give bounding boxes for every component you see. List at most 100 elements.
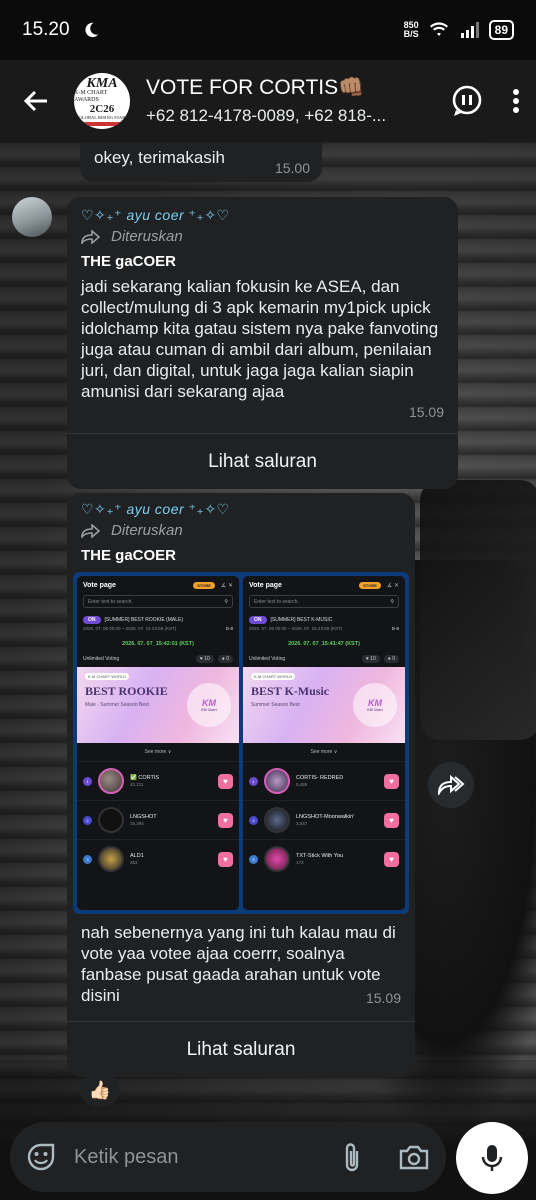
range-text: 2026. 07. 06 00:00 ~ 2026. 07. 15 23:59 … bbox=[249, 626, 343, 631]
mic-icon bbox=[481, 1145, 503, 1171]
artist-thumbnail bbox=[264, 846, 290, 872]
voice-record-button[interactable] bbox=[456, 1122, 528, 1194]
signal-icon bbox=[460, 22, 479, 38]
vote-count: 42,211 bbox=[130, 782, 144, 787]
heart-count: ♥ 10 bbox=[195, 655, 214, 663]
category-banner: K-M CHART WORLD BEST K-Music Summer Seas… bbox=[243, 667, 405, 743]
search-icon: ⚲ bbox=[390, 598, 394, 605]
vote-category: ON [SUMMER] BEST K-MUSIC bbox=[249, 616, 399, 624]
vote-category: ON [SUMMER] BEST ROOKIE (MALE) bbox=[83, 616, 233, 624]
status-time: 15.20 bbox=[22, 19, 70, 40]
unlimited-voting-row: Unlimited Voting ♥ 10 ● 0 bbox=[249, 655, 399, 663]
more-vert-icon[interactable] bbox=[512, 88, 520, 114]
view-channel-button[interactable]: Lihat saluran bbox=[67, 1021, 415, 1077]
vote-count: 3,047 bbox=[296, 821, 308, 826]
vote-page-title: Vote page bbox=[83, 582, 116, 589]
message-reaction[interactable]: 👍🏻 bbox=[80, 1073, 120, 1107]
forward-icon bbox=[437, 775, 465, 795]
message-bubble-previous[interactable]: okey, terimakasih 15.00 bbox=[80, 142, 322, 182]
forward-message-button[interactable] bbox=[428, 762, 474, 808]
message-input[interactable]: Ketik pesan bbox=[74, 1146, 342, 1169]
share-close-icon: ∡ ✕ bbox=[386, 583, 399, 589]
view-channel-button[interactable]: Lihat saluran bbox=[67, 433, 458, 489]
back-button[interactable] bbox=[16, 81, 56, 121]
artist-name: TXT-Stick With You 173 bbox=[296, 853, 343, 865]
heart-icon: ♥ bbox=[218, 773, 233, 789]
artist-thumbnail bbox=[264, 807, 290, 833]
unlimited-voting-row: Unlimited Voting ♥ 10 ● 0 bbox=[83, 655, 233, 663]
vote-count: 173 bbox=[296, 860, 304, 865]
avatar-text-year: 2C26 bbox=[89, 102, 115, 115]
vote-range: 2026. 07. 06 00:00 ~ 2026. 07. 15 23:59 … bbox=[83, 626, 233, 631]
artist-thumbnail bbox=[98, 846, 124, 872]
rank-badge: 3 bbox=[83, 854, 92, 864]
km-chart-logo: KM KM Chart bbox=[187, 683, 231, 727]
message-time: 15.09 bbox=[365, 990, 401, 1006]
message-time: 15.00 bbox=[274, 160, 310, 176]
heart-icon: ♥ bbox=[218, 812, 233, 828]
sender-name[interactable]: ♡✧₊⁺ ayu coer ⁺₊✧♡ bbox=[81, 207, 444, 224]
banner-tag: K-M CHART WORLD bbox=[251, 673, 296, 680]
sender-avatar[interactable] bbox=[12, 197, 52, 237]
vote-search-field: Enter text to search. ⚲ bbox=[249, 595, 399, 608]
header-actions bbox=[450, 84, 520, 118]
input-actions bbox=[342, 1141, 430, 1173]
artist-name: LNGSHOT 15,394 bbox=[130, 814, 157, 826]
vote-page-panel-1: Vote page STORE ∡ ✕ Enter text to search… bbox=[77, 576, 239, 910]
message-bubble-forwarded-1[interactable]: ♡✧₊⁺ ayu coer ⁺₊✧♡ Diteruskan THE gaCOER… bbox=[67, 197, 458, 489]
heart-icon: ♥ bbox=[384, 851, 399, 867]
heart-icon: ♥ bbox=[218, 851, 233, 867]
wallpaper-figure-detail bbox=[420, 480, 536, 740]
forwarded-icon bbox=[81, 229, 101, 244]
heart-icon: ♥ bbox=[384, 812, 399, 828]
call-icon[interactable] bbox=[450, 84, 484, 118]
artist-name: ALD1 353 bbox=[130, 853, 144, 865]
message-text: jadi sekarang kalian fokusin ke ASEA, da… bbox=[81, 277, 439, 401]
forwarded-label: Diteruskan bbox=[81, 522, 401, 539]
logo-subtext: KM Chart bbox=[367, 708, 383, 712]
vote-search-field: Enter text to search. ⚲ bbox=[83, 595, 233, 608]
chat-header: KMA K-M CHART AWARDS 2C26 GLOBAL RISING … bbox=[0, 60, 536, 142]
rank-badge: 1 bbox=[83, 776, 92, 786]
avatar-text-awards: K-M CHART AWARDS bbox=[74, 89, 108, 103]
store-badge: STORE bbox=[193, 582, 215, 589]
vote-count: 5,486 bbox=[296, 782, 308, 787]
artist-label: LNGSHOT-Moonwalkin' bbox=[296, 814, 355, 820]
attached-image[interactable]: Vote page STORE ∡ ✕ Enter text to search… bbox=[73, 572, 409, 914]
avatar-text-kma: KMA bbox=[86, 75, 118, 91]
category-name: [SUMMER] BEST K-MUSIC bbox=[270, 617, 333, 623]
camera-icon[interactable] bbox=[398, 1143, 430, 1171]
emoji-icon[interactable] bbox=[26, 1142, 56, 1172]
sender-name[interactable]: ♡✧₊⁺ ayu coer ⁺₊✧♡ bbox=[81, 501, 401, 518]
vote-page-header: Vote page STORE ∡ ✕ bbox=[243, 576, 405, 593]
heart-icon: ♥ bbox=[384, 773, 399, 789]
share-close-icon: ∡ ✕ bbox=[220, 583, 233, 589]
avatar-text-category: GLOBAL RISING STAR bbox=[78, 114, 126, 120]
current-time: 2026. 07. 07_15:41:47 (KST) bbox=[288, 641, 360, 647]
vote-item: 3 ALD1 353 ♥ bbox=[77, 839, 239, 878]
artist-label: LNGSHOT bbox=[130, 814, 157, 820]
attach-icon[interactable] bbox=[342, 1141, 362, 1173]
on-badge: ON bbox=[249, 616, 267, 624]
message-input-bar: Ketik pesan bbox=[10, 1122, 446, 1192]
chat-info[interactable]: VOTE FOR CORTIS👊🏽 +62 812-4178-0089, +62… bbox=[146, 76, 450, 126]
network-speed-unit: B/S bbox=[403, 29, 419, 39]
forwarded-text: Diteruskan bbox=[111, 522, 183, 539]
dday-text: D-8 bbox=[391, 626, 399, 631]
on-badge: ON bbox=[83, 616, 101, 624]
group-avatar[interactable]: KMA K-M CHART AWARDS 2C26 GLOBAL RISING … bbox=[74, 73, 130, 129]
network-speed: 850 B/S bbox=[404, 21, 419, 39]
message-bubble-forwarded-2[interactable]: ♡✧₊⁺ ayu coer ⁺₊✧♡ Diteruskan THE gaCOER… bbox=[67, 493, 415, 1077]
rank-badge: 3 bbox=[249, 854, 258, 864]
rank-badge: 1 bbox=[249, 776, 258, 786]
artist-name: CORTIS- REDRED 5,486 bbox=[296, 775, 343, 787]
artist-label: TXT-Stick With You bbox=[296, 853, 344, 859]
vote-page-header: Vote page STORE ∡ ✕ bbox=[77, 576, 239, 593]
artist-thumbnail bbox=[264, 768, 290, 794]
message-text: okey, terimakasih bbox=[94, 148, 226, 167]
km-chart-logo: KM KM Chart bbox=[353, 683, 397, 727]
status-bar: 15.20 850 B/S 89 bbox=[0, 0, 536, 60]
rank-badge: 2 bbox=[83, 815, 92, 825]
artist-name: ✅ CORTIS 42,211 bbox=[130, 775, 159, 787]
vote-search-placeholder: Enter text to search. bbox=[254, 598, 299, 605]
